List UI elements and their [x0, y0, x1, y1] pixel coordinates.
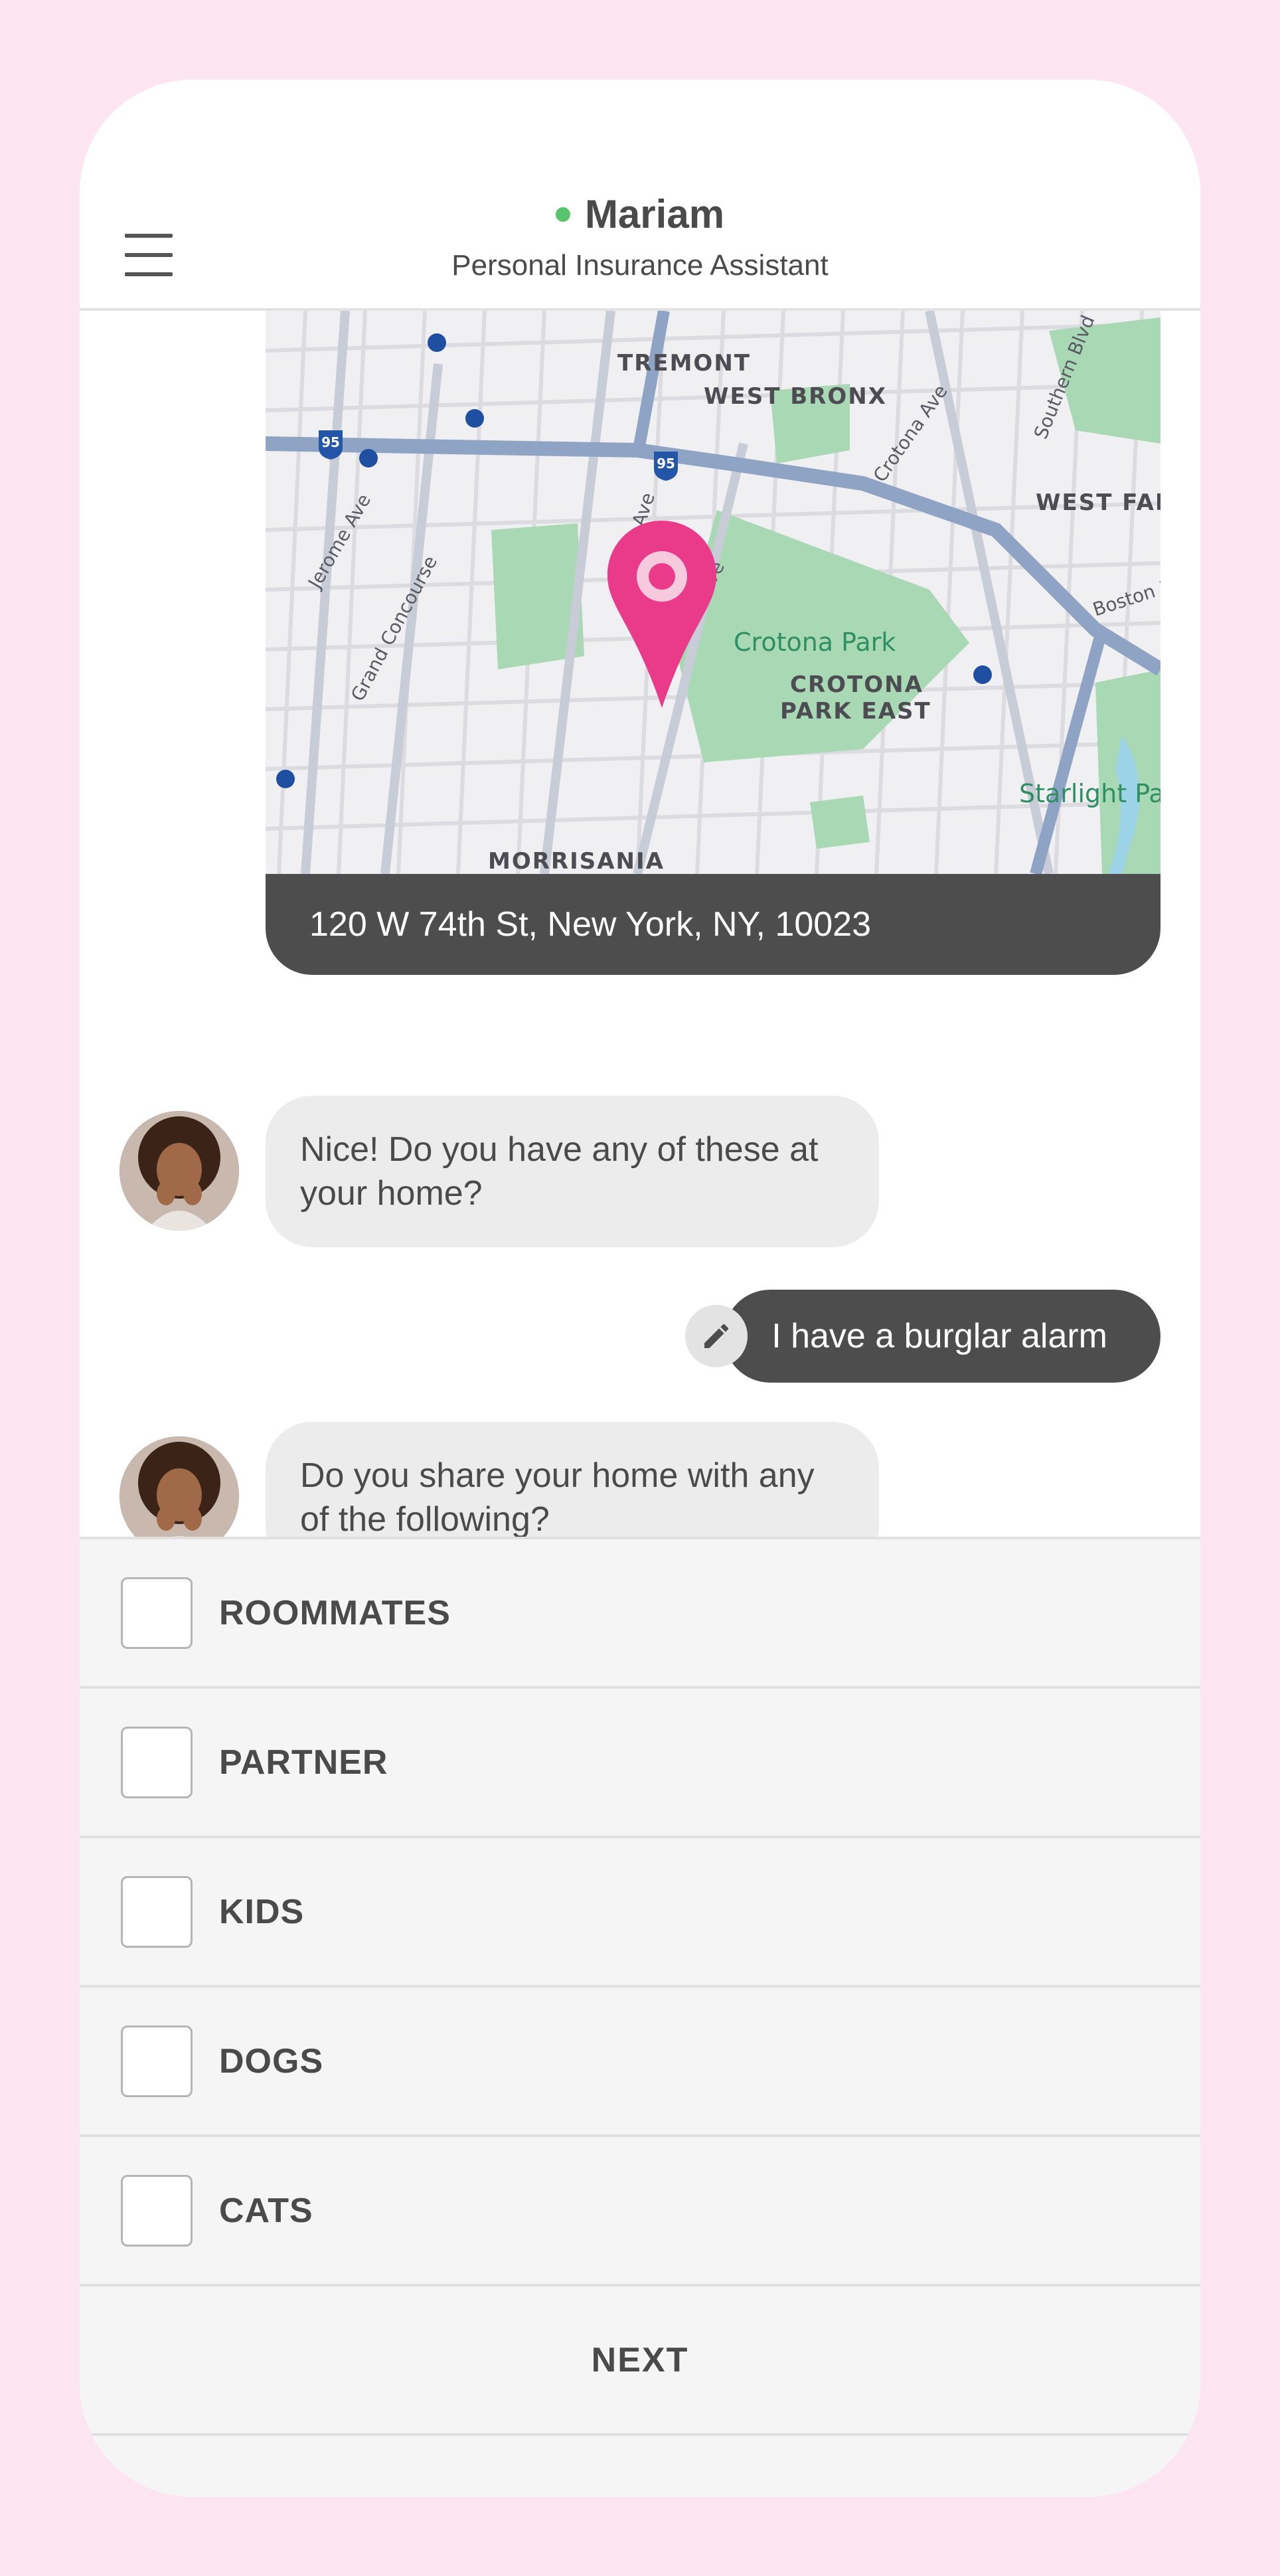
- option-cats[interactable]: CATS: [80, 2137, 1200, 2286]
- assistant-message-bubble: Nice! Do you have any of these at your h…: [266, 1096, 879, 1247]
- option-label: KIDS: [219, 1892, 305, 1931]
- map-label-morrisania: MORRISANIA: [488, 848, 665, 874]
- assistant-avatar: [120, 1111, 239, 1231]
- i95-shield-label: 95: [657, 456, 675, 472]
- map-label-starlight-park: Starlight Pa: [1019, 779, 1160, 808]
- map-label-west-farms: WEST FAR: [1036, 489, 1160, 516]
- map-label-crotona-park-east-2: PARK EAST: [780, 698, 931, 725]
- option-dogs[interactable]: DOGS: [80, 1988, 1200, 2137]
- map-label-west-bronx: WEST BRONX: [704, 383, 887, 410]
- checkbox[interactable]: [121, 1726, 193, 1798]
- user-message-row: I have a burglar alarm: [685, 1290, 1160, 1383]
- next-button[interactable]: NEXT: [588, 2340, 693, 2381]
- map-label-tremont: TREMONT: [617, 350, 751, 377]
- option-roommates[interactable]: ROOMMATES: [80, 1539, 1200, 1689]
- option-label: CATS: [219, 2191, 313, 2230]
- i95-shield-label: 95: [321, 434, 340, 450]
- checkbox[interactable]: [121, 2174, 193, 2247]
- option-label: DOGS: [219, 2041, 324, 2081]
- assistant-title-block: Mariam Personal Insurance Assistant: [80, 191, 1200, 282]
- option-label: ROOMMATES: [219, 1593, 451, 1632]
- option-label: PARTNER: [219, 1743, 388, 1782]
- checkbox[interactable]: [121, 2025, 193, 2097]
- assistant-name: Mariam: [584, 192, 725, 236]
- checkbox[interactable]: [121, 1577, 193, 1649]
- map-label-crotona-park: Crotona Park: [734, 628, 896, 657]
- user-message-bubble: I have a burglar alarm: [724, 1290, 1160, 1383]
- map-label-crotona-park-east-1: CROTONA: [790, 671, 923, 698]
- next-row: NEXT: [80, 2286, 1200, 2436]
- map-address-label: 120 W 74th St, New York, NY, 10023: [266, 874, 1160, 975]
- pencil-icon[interactable]: [685, 1305, 748, 1367]
- checkbox[interactable]: [121, 1875, 193, 1948]
- phone-frame: Mariam Personal Insurance Assistant 95 9…: [80, 80, 1200, 2497]
- option-kids[interactable]: KIDS: [80, 1838, 1200, 1988]
- chat-header: Mariam Personal Insurance Assistant: [80, 80, 1200, 311]
- answer-options-panel: ROOMMATES PARTNER KIDS DOGS CATS NEXT: [80, 1537, 1200, 2497]
- chat-thread: 95 95 TREMONT WEST BRONX WEST FAR CROTON…: [80, 311, 1200, 1619]
- online-status-dot: [555, 207, 570, 222]
- assistant-subtitle: Personal Insurance Assistant: [451, 249, 829, 282]
- option-partner[interactable]: PARTNER: [80, 1689, 1200, 1838]
- location-map-card[interactable]: 95 95 TREMONT WEST BRONX WEST FAR CROTON…: [266, 311, 1160, 975]
- map-image: 95 95 TREMONT WEST BRONX WEST FAR CROTON…: [266, 311, 1160, 874]
